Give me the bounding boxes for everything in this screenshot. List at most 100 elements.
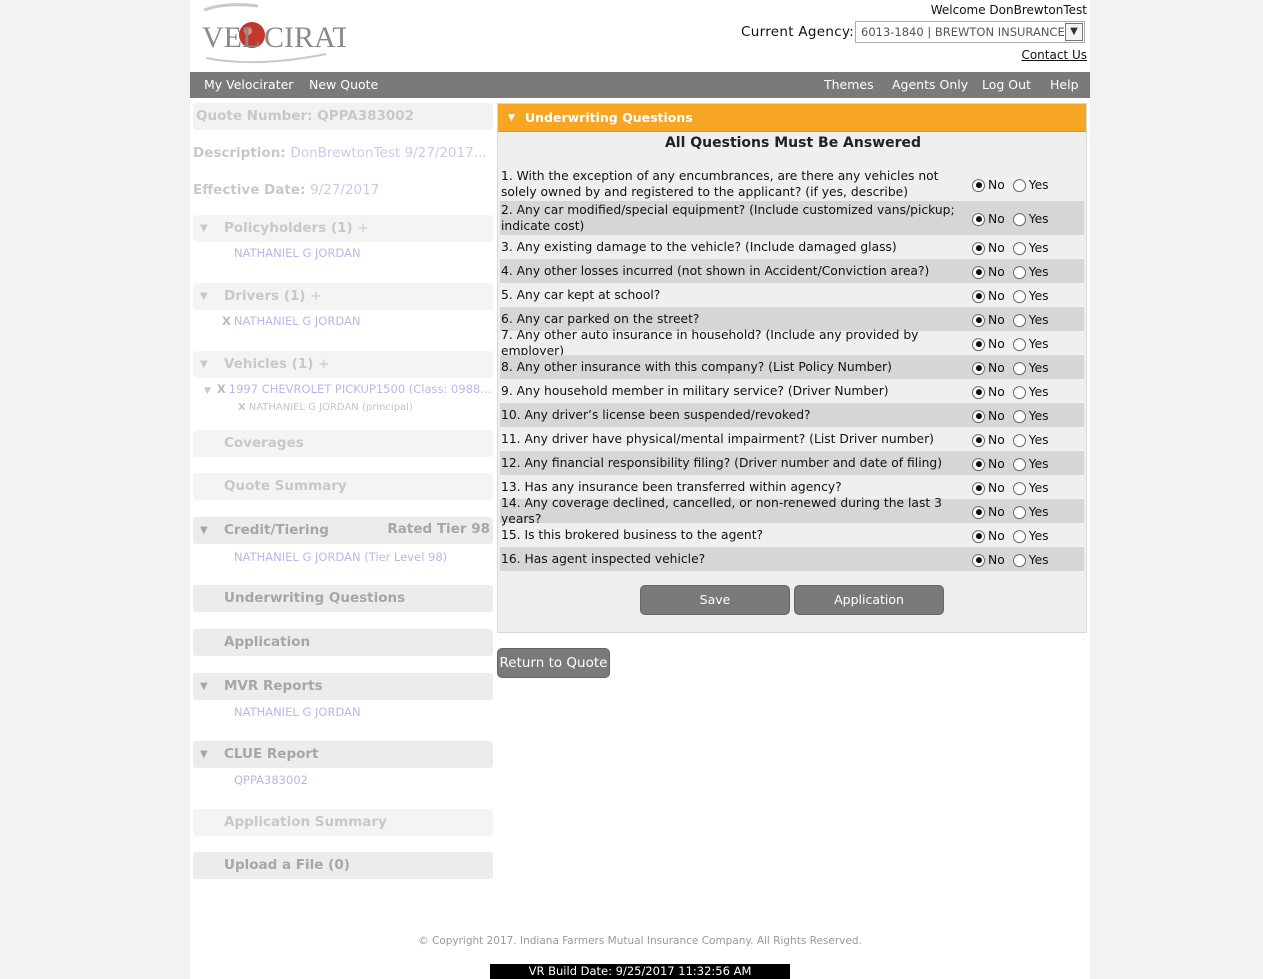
answer-no-option[interactable]: No — [972, 457, 1005, 471]
answer-no-radio[interactable] — [972, 481, 985, 495]
answer-no-radio[interactable] — [972, 529, 985, 543]
answer-no-radio[interactable] — [972, 409, 985, 423]
answer-yes-radio[interactable] — [1012, 385, 1026, 399]
chevron-down-icon[interactable]: ▼ — [1065, 23, 1083, 41]
save-button[interactable]: Save — [640, 585, 790, 615]
sidebar-quote-summary[interactable]: Quote Summary — [193, 473, 493, 500]
answer-no-option[interactable]: No — [972, 529, 1005, 543]
answer-yes-option[interactable]: Yes — [1012, 337, 1049, 351]
delete-driver-icon[interactable]: X — [222, 314, 231, 328]
add-driver-icon[interactable]: + — [310, 288, 321, 304]
sidebar-underwriting-questions[interactable]: Underwriting Questions — [193, 585, 493, 612]
answer-yes-option[interactable]: Yes — [1012, 385, 1049, 399]
sidebar-credit-tiering[interactable]: ▼ Credit/Tiering Rated Tier 98 — [193, 517, 493, 544]
sidebar-coverages[interactable]: Coverages — [193, 430, 493, 457]
answer-no-radio[interactable] — [972, 361, 985, 375]
return-to-quote-button[interactable]: Return to Quote — [497, 648, 610, 678]
answer-no-option[interactable]: No — [972, 313, 1005, 327]
answer-no-radio[interactable] — [972, 385, 985, 399]
answer-no-option[interactable]: No — [972, 265, 1005, 279]
answer-yes-radio[interactable] — [1012, 212, 1026, 226]
nav-help[interactable]: Help — [1050, 72, 1079, 98]
answer-yes-radio[interactable] — [1012, 241, 1026, 255]
answer-yes-option[interactable]: Yes — [1012, 553, 1049, 567]
answer-yes-option[interactable]: Yes — [1012, 361, 1049, 375]
answer-yes-radio[interactable] — [1012, 313, 1026, 327]
vehicle-driver[interactable]: X NATHANIEL G JORDAN (principal) — [238, 402, 413, 413]
answer-no-option[interactable]: No — [972, 289, 1005, 303]
answer-yes-option[interactable]: Yes — [1012, 481, 1049, 495]
answer-no-option[interactable]: No — [972, 178, 1005, 192]
answer-no-option[interactable]: No — [972, 409, 1005, 423]
credit-link[interactable]: NATHANIEL G JORDAN (Tier Level 98) — [234, 550, 447, 564]
answer-no-option[interactable]: No — [972, 505, 1005, 519]
answer-yes-radio[interactable] — [1012, 178, 1026, 192]
application-button[interactable]: Application — [794, 585, 944, 615]
answer-no-radio[interactable] — [972, 505, 985, 519]
answer-no-radio[interactable] — [972, 212, 985, 226]
answer-no-option[interactable]: No — [972, 212, 1005, 226]
answer-yes-option[interactable]: Yes — [1012, 265, 1049, 279]
sidebar-vehicles[interactable]: ▼ Vehicles (1) + — [193, 351, 493, 378]
answer-no-radio[interactable] — [972, 433, 985, 447]
vehicle-link[interactable]: ▼ X 1997 CHEVROLET PICKUP1500 (Class: 0988… — [204, 382, 491, 396]
answer-no-radio[interactable] — [972, 241, 985, 255]
answer-no-radio[interactable] — [972, 289, 985, 303]
answer-yes-radio[interactable] — [1012, 361, 1026, 375]
answer-yes-radio[interactable] — [1012, 409, 1026, 423]
answer-yes-option[interactable]: Yes — [1012, 505, 1049, 519]
nav-new-quote[interactable]: New Quote — [309, 72, 378, 98]
mvr-link[interactable]: NATHANIEL G JORDAN — [234, 705, 361, 719]
agency-select[interactable]: 6013-1840 | BREWTON INSURANCE ▼ — [855, 21, 1085, 43]
delete-vehicle-icon[interactable]: X — [217, 382, 226, 396]
contact-us-link[interactable]: Contact Us — [1021, 48, 1087, 62]
answer-yes-option[interactable]: Yes — [1012, 241, 1049, 255]
panel-header[interactable]: ▼ Underwriting Questions — [498, 104, 1086, 132]
answer-yes-option[interactable]: Yes — [1012, 313, 1049, 327]
answer-yes-radio[interactable] — [1012, 505, 1026, 519]
answer-yes-option[interactable]: Yes — [1012, 529, 1049, 543]
answer-no-radio[interactable] — [972, 337, 985, 351]
nav-agents-only[interactable]: Agents Only — [892, 72, 968, 98]
nav-my-velocirater[interactable]: My Velocirater — [204, 72, 293, 98]
answer-no-option[interactable]: No — [972, 553, 1005, 567]
sidebar-drivers[interactable]: ▼ Drivers (1) + — [193, 283, 493, 310]
add-vehicle-icon[interactable]: + — [318, 356, 329, 372]
answer-no-radio[interactable] — [972, 265, 985, 279]
answer-yes-radio[interactable] — [1012, 433, 1026, 447]
policyholder-link[interactable]: NATHANIEL G JORDAN — [234, 246, 361, 260]
answer-no-option[interactable]: No — [972, 241, 1005, 255]
answer-no-radio[interactable] — [972, 313, 985, 327]
answer-yes-option[interactable]: Yes — [1012, 433, 1049, 447]
answer-yes-option[interactable]: Yes — [1012, 178, 1049, 192]
add-policyholder-icon[interactable]: + — [357, 220, 368, 236]
answer-no-option[interactable]: No — [972, 361, 1005, 375]
clue-link[interactable]: QPPA383002 — [234, 773, 308, 787]
nav-themes[interactable]: Themes — [824, 72, 874, 98]
answer-yes-radio[interactable] — [1012, 481, 1026, 495]
answer-yes-radio[interactable] — [1012, 529, 1026, 543]
answer-yes-radio[interactable] — [1012, 553, 1026, 567]
answer-no-radio[interactable] — [972, 457, 985, 471]
answer-no-option[interactable]: No — [972, 433, 1005, 447]
answer-no-option[interactable]: No — [972, 385, 1005, 399]
effective-date-value[interactable]: 9/27/2017 — [310, 182, 379, 198]
answer-no-radio[interactable] — [972, 553, 985, 567]
sidebar-mvr-reports[interactable]: ▼ MVR Reports — [193, 673, 493, 700]
description-value[interactable]: DonBrewtonTest 9/27/2017... — [290, 145, 486, 161]
answer-yes-option[interactable]: Yes — [1012, 457, 1049, 471]
sidebar-application-summary[interactable]: Application Summary — [193, 809, 493, 836]
velocirater-logo[interactable]: VEL CIRATER — [196, 2, 389, 68]
delete-assignment-icon[interactable]: X — [238, 402, 246, 413]
answer-no-radio[interactable] — [972, 178, 985, 192]
answer-yes-option[interactable]: Yes — [1012, 289, 1049, 303]
answer-yes-radio[interactable] — [1012, 457, 1026, 471]
sidebar-policyholders[interactable]: ▼ Policyholders (1) + — [193, 215, 493, 242]
driver-link[interactable]: X NATHANIEL G JORDAN — [222, 314, 360, 328]
sidebar-application[interactable]: Application — [193, 629, 493, 656]
nav-log-out[interactable]: Log Out — [982, 72, 1031, 98]
answer-yes-option[interactable]: Yes — [1012, 409, 1049, 423]
answer-no-option[interactable]: No — [972, 337, 1005, 351]
answer-yes-radio[interactable] — [1012, 337, 1026, 351]
answer-yes-radio[interactable] — [1012, 265, 1026, 279]
